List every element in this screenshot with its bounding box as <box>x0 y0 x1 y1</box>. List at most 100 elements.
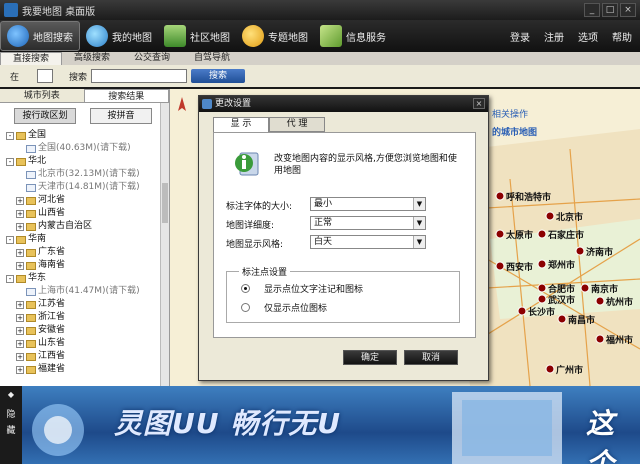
chevron-down-icon: ▼ <box>413 217 425 229</box>
map-file-icon <box>26 287 36 296</box>
search-input[interactable] <box>91 69 188 83</box>
toolbar-info-service[interactable]: 信息服务 <box>314 21 392 51</box>
city-select[interactable] <box>37 69 54 83</box>
radio-show-text-and-icon[interactable]: 显示点位文字注记和图标 <box>241 282 363 295</box>
search-button-label: 搜索 <box>209 71 228 81</box>
tree-row[interactable]: + 江西省 <box>6 350 169 363</box>
expand-toggle-icon[interactable]: - <box>6 274 14 283</box>
toolbar-community-map[interactable]: 社区地图 <box>158 21 236 51</box>
expand-toggle-icon[interactable]: + <box>16 209 24 218</box>
tree-row[interactable]: + 福建省 <box>6 363 169 376</box>
tree-row[interactable]: - 华北 <box>6 155 169 168</box>
tree-row[interactable]: + 山东省 <box>6 337 169 350</box>
cancel-button[interactable]: 取消 <box>404 350 458 365</box>
tree-row[interactable]: 全国(40.63M)(请下载) <box>6 142 169 155</box>
detail-level-label: 地图详细度: <box>226 221 275 231</box>
login-link[interactable]: 登录 <box>510 29 530 44</box>
tree-row[interactable]: + 浙江省 <box>6 311 169 324</box>
font-size-select[interactable]: 最小 ▼ <box>310 197 426 211</box>
tab-bus-query[interactable]: 公交查询 <box>122 52 182 65</box>
settings-description: 改变地图内容的显示风格,方便您浏览地图和使用地图 <box>274 154 457 176</box>
dialog-app-icon <box>202 99 212 109</box>
tab-advanced-search[interactable]: 高级搜索 <box>62 52 122 65</box>
tree-row[interactable]: + 广东省 <box>6 246 169 259</box>
search-button[interactable]: 搜索 <box>191 69 246 83</box>
toolbar-map-search[interactable]: 地图搜索 <box>0 21 80 51</box>
tree-row[interactable]: + 海南省 <box>6 259 169 272</box>
expand-toggle-icon[interactable]: - <box>6 157 14 166</box>
expand-toggle-icon[interactable]: + <box>16 261 24 270</box>
tree-row[interactable]: - 全国 <box>6 129 169 142</box>
scrollbar-thumb[interactable] <box>162 183 168 223</box>
tree-row[interactable]: 北京市(32.13M)(请下载) <box>6 168 169 181</box>
expand-toggle-icon[interactable]: + <box>16 339 24 348</box>
expand-toggle-icon[interactable]: + <box>16 326 24 335</box>
radio-dot[interactable] <box>241 284 250 293</box>
tree-label: 广东省 <box>38 247 66 257</box>
tab-search-results[interactable]: 搜索结果 <box>83 89 169 102</box>
expand-toggle-icon[interactable]: - <box>6 131 14 140</box>
tab-display[interactable]: 显 示 <box>213 117 269 133</box>
radio-dot[interactable] <box>241 303 250 312</box>
toolbar-right-links: 登录 注册 选项 帮助 <box>510 20 632 52</box>
ad-banner[interactable]: 灵图UU 畅行无U 这个 <box>22 386 640 464</box>
hide-panel-tab[interactable]: ◆ 隐藏 <box>0 386 22 464</box>
detail-level-value: 正常 <box>314 218 333 228</box>
expand-toggle-icon[interactable]: + <box>16 352 24 361</box>
city-marker <box>595 334 605 344</box>
maximize-button[interactable]: □ <box>602 3 618 17</box>
tab-drive-navigation[interactable]: 自驾导航 <box>182 52 242 65</box>
collapse-arrow-icon: ◆ <box>7 390 15 399</box>
minimize-button[interactable]: _ <box>584 3 600 17</box>
toolbar-my-map[interactable]: 我的地图 <box>80 21 158 51</box>
city-label: 济南市 <box>586 246 613 258</box>
tree-row[interactable]: 上海市(41.47M)(请下载) <box>6 285 169 298</box>
tree-row[interactable]: - 华南 <box>6 233 169 246</box>
tree-label: 河北省 <box>38 195 66 205</box>
tree-row[interactable]: 天津市(14.81M)(请下载) <box>6 181 169 194</box>
tree-label: 华南 <box>28 234 47 244</box>
expand-toggle-icon[interactable]: + <box>16 313 24 322</box>
dialog-title-bar[interactable]: 更改设置 × <box>199 96 488 112</box>
ok-button[interactable]: 确定 <box>343 350 397 365</box>
tab-direct-search[interactable]: 直接搜索 <box>0 52 63 65</box>
vertical-scrollbar[interactable] <box>160 103 169 386</box>
tree-row[interactable]: + 江苏省 <box>6 298 169 311</box>
help-link[interactable]: 帮助 <box>612 29 632 44</box>
by-region-button[interactable]: 按行政区划 <box>14 108 76 124</box>
toolbar-topic-map[interactable]: 专题地图 <box>236 21 314 51</box>
tree-label: 山东省 <box>38 338 66 348</box>
map-note-related[interactable]: 相关操作 <box>492 107 528 120</box>
expand-toggle-icon[interactable]: + <box>16 365 24 374</box>
tab-proxy[interactable]: 代 理 <box>269 117 325 132</box>
folder-icon <box>26 261 36 270</box>
expand-toggle-icon[interactable]: + <box>16 300 24 309</box>
app-icon <box>4 3 18 17</box>
tab-city-list[interactable]: 城市列表 <box>0 89 84 102</box>
tree-row[interactable]: + 河北省 <box>6 194 169 207</box>
options-link[interactable]: 选项 <box>578 29 598 44</box>
folder-icon <box>16 157 26 166</box>
display-style-value: 白天 <box>314 237 333 247</box>
tree-label: 江西省 <box>38 351 66 361</box>
expand-toggle-icon[interactable]: + <box>16 222 24 231</box>
tree-row[interactable]: - 华东 <box>6 272 169 285</box>
expand-toggle-icon[interactable]: + <box>16 248 24 257</box>
expand-toggle-icon[interactable]: - <box>6 235 14 244</box>
tree-row[interactable]: + 安徽省 <box>6 324 169 337</box>
by-pinyin-button[interactable]: 按拼音 <box>90 108 152 124</box>
search-row: 在 搜索 搜索 <box>0 65 640 87</box>
expand-toggle-icon[interactable]: + <box>16 196 24 205</box>
tree-row[interactable]: + 内蒙古自治区 <box>6 220 169 233</box>
radio-icon-only[interactable]: 仅显示点位图标 <box>241 301 327 314</box>
dialog-close-button[interactable]: × <box>473 98 485 109</box>
tree-row[interactable]: + 山西省 <box>6 207 169 220</box>
register-link[interactable]: 注册 <box>544 29 564 44</box>
display-style-select[interactable]: 白天 ▼ <box>310 235 426 249</box>
folder-icon <box>16 235 26 244</box>
map-note-city[interactable]: 的城市地图 <box>492 125 537 138</box>
toolbar-label: 专题地图 <box>268 32 308 44</box>
close-button[interactable]: × <box>620 3 636 17</box>
toolbar-label: 社区地图 <box>190 32 230 44</box>
detail-level-select[interactable]: 正常 ▼ <box>310 216 426 230</box>
